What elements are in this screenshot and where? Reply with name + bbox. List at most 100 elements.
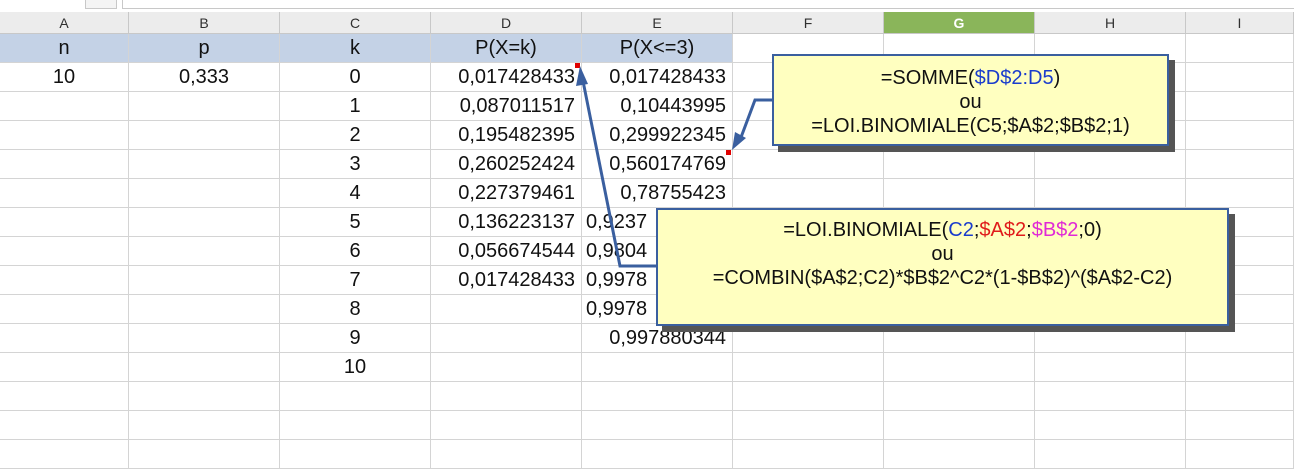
cell-i5[interactable] xyxy=(1186,150,1294,179)
column-header-c[interactable]: C xyxy=(280,12,431,34)
cell-a7[interactable] xyxy=(0,208,129,237)
cell-d12[interactable] xyxy=(431,353,582,382)
cell-b14[interactable] xyxy=(129,411,280,440)
cell-d14[interactable] xyxy=(431,411,582,440)
cell-f13[interactable] xyxy=(733,382,884,411)
cell-d3[interactable]: 0,087011517 xyxy=(431,92,582,121)
cell-b10[interactable] xyxy=(129,295,280,324)
cell-d5[interactable]: 0,260252424 xyxy=(431,150,582,179)
cell-b15[interactable] xyxy=(129,440,280,469)
cell-a14[interactable] xyxy=(0,411,129,440)
cell-f14[interactable] xyxy=(733,411,884,440)
cell-d2[interactable]: 0,017428433 xyxy=(431,63,582,92)
cell-i12[interactable] xyxy=(1186,353,1294,382)
cell-a9[interactable] xyxy=(0,266,129,295)
cell-b11[interactable] xyxy=(129,324,280,353)
comment-indicator-d2[interactable] xyxy=(575,63,580,68)
cell-c7[interactable]: 5 xyxy=(280,208,431,237)
cell-c12[interactable]: 10 xyxy=(280,353,431,382)
cell-e13[interactable] xyxy=(582,382,733,411)
cell-i15[interactable] xyxy=(1186,440,1294,469)
cell-a1[interactable]: n xyxy=(0,34,129,63)
cell-i3[interactable] xyxy=(1186,92,1294,121)
cell-f12[interactable] xyxy=(733,353,884,382)
cell-i1[interactable] xyxy=(1186,34,1294,63)
cell-a15[interactable] xyxy=(0,440,129,469)
cell-a8[interactable] xyxy=(0,237,129,266)
cell-b7[interactable] xyxy=(129,208,280,237)
cell-i2[interactable] xyxy=(1186,63,1294,92)
cell-d15[interactable] xyxy=(431,440,582,469)
cell-c9[interactable]: 7 xyxy=(280,266,431,295)
cell-d11[interactable] xyxy=(431,324,582,353)
cell-e12[interactable] xyxy=(582,353,733,382)
cell-b12[interactable] xyxy=(129,353,280,382)
column-header-d[interactable]: D xyxy=(431,12,582,34)
cell-e15[interactable] xyxy=(582,440,733,469)
cell-b9[interactable] xyxy=(129,266,280,295)
cell-c14[interactable] xyxy=(280,411,431,440)
cell-d8[interactable]: 0,056674544 xyxy=(431,237,582,266)
cell-c10[interactable]: 8 xyxy=(280,295,431,324)
cell-c15[interactable] xyxy=(280,440,431,469)
cell-b5[interactable] xyxy=(129,150,280,179)
cell-e3[interactable]: 0,10443995 xyxy=(582,92,733,121)
cell-e6[interactable]: 0,78755423 xyxy=(582,179,733,208)
cell-h13[interactable] xyxy=(1035,382,1186,411)
cell-e1[interactable]: P(X<=3) xyxy=(582,34,733,63)
column-header-g[interactable]: G xyxy=(884,12,1035,34)
cell-g6[interactable] xyxy=(884,179,1035,208)
cell-d13[interactable] xyxy=(431,382,582,411)
column-header-a[interactable]: A xyxy=(0,12,129,34)
cell-i4[interactable] xyxy=(1186,121,1294,150)
cell-d1[interactable]: P(X=k) xyxy=(431,34,582,63)
cell-g15[interactable] xyxy=(884,440,1035,469)
cell-g11[interactable] xyxy=(884,324,1035,353)
cell-c13[interactable] xyxy=(280,382,431,411)
cell-i13[interactable] xyxy=(1186,382,1294,411)
cell-i11[interactable] xyxy=(1186,324,1294,353)
cell-c11[interactable]: 9 xyxy=(280,324,431,353)
cell-h12[interactable] xyxy=(1035,353,1186,382)
sheet-tab-left[interactable] xyxy=(85,0,117,9)
cell-g12[interactable] xyxy=(884,353,1035,382)
cell-a2[interactable]: 10 xyxy=(0,63,129,92)
comment-indicator-e5[interactable] xyxy=(726,150,731,155)
cell-d4[interactable]: 0,195482395 xyxy=(431,121,582,150)
cell-d10[interactable] xyxy=(431,295,582,324)
cell-a5[interactable] xyxy=(0,150,129,179)
cell-e11[interactable]: 0,997880344 xyxy=(582,324,733,353)
cell-e5[interactable]: 0,560174769 xyxy=(582,150,733,179)
cell-e14[interactable] xyxy=(582,411,733,440)
cell-g14[interactable] xyxy=(884,411,1035,440)
cell-h14[interactable] xyxy=(1035,411,1186,440)
cell-f15[interactable] xyxy=(733,440,884,469)
cell-c4[interactable]: 2 xyxy=(280,121,431,150)
cell-e4[interactable]: 0,299922345 xyxy=(582,121,733,150)
cell-d7[interactable]: 0,136223137 xyxy=(431,208,582,237)
cell-i14[interactable] xyxy=(1186,411,1294,440)
cell-d9[interactable]: 0,017428433 xyxy=(431,266,582,295)
cell-h11[interactable] xyxy=(1035,324,1186,353)
cell-c2[interactable]: 0 xyxy=(280,63,431,92)
cell-h6[interactable] xyxy=(1035,179,1186,208)
cell-b8[interactable] xyxy=(129,237,280,266)
cell-b3[interactable] xyxy=(129,92,280,121)
cell-b6[interactable] xyxy=(129,179,280,208)
cell-c1[interactable]: k xyxy=(280,34,431,63)
cell-d6[interactable]: 0,227379461 xyxy=(431,179,582,208)
cell-c5[interactable]: 3 xyxy=(280,150,431,179)
cell-g5[interactable] xyxy=(884,150,1035,179)
cell-a10[interactable] xyxy=(0,295,129,324)
column-header-b[interactable]: B xyxy=(129,12,280,34)
cell-c3[interactable]: 1 xyxy=(280,92,431,121)
column-header-i[interactable]: I xyxy=(1186,12,1294,34)
column-header-f[interactable]: F xyxy=(733,12,884,34)
cell-c8[interactable]: 6 xyxy=(280,237,431,266)
column-header-h[interactable]: H xyxy=(1035,12,1186,34)
cell-f11[interactable] xyxy=(733,324,884,353)
cell-i6[interactable] xyxy=(1186,179,1294,208)
cell-a13[interactable] xyxy=(0,382,129,411)
cell-b1[interactable]: p xyxy=(129,34,280,63)
cell-f6[interactable] xyxy=(733,179,884,208)
